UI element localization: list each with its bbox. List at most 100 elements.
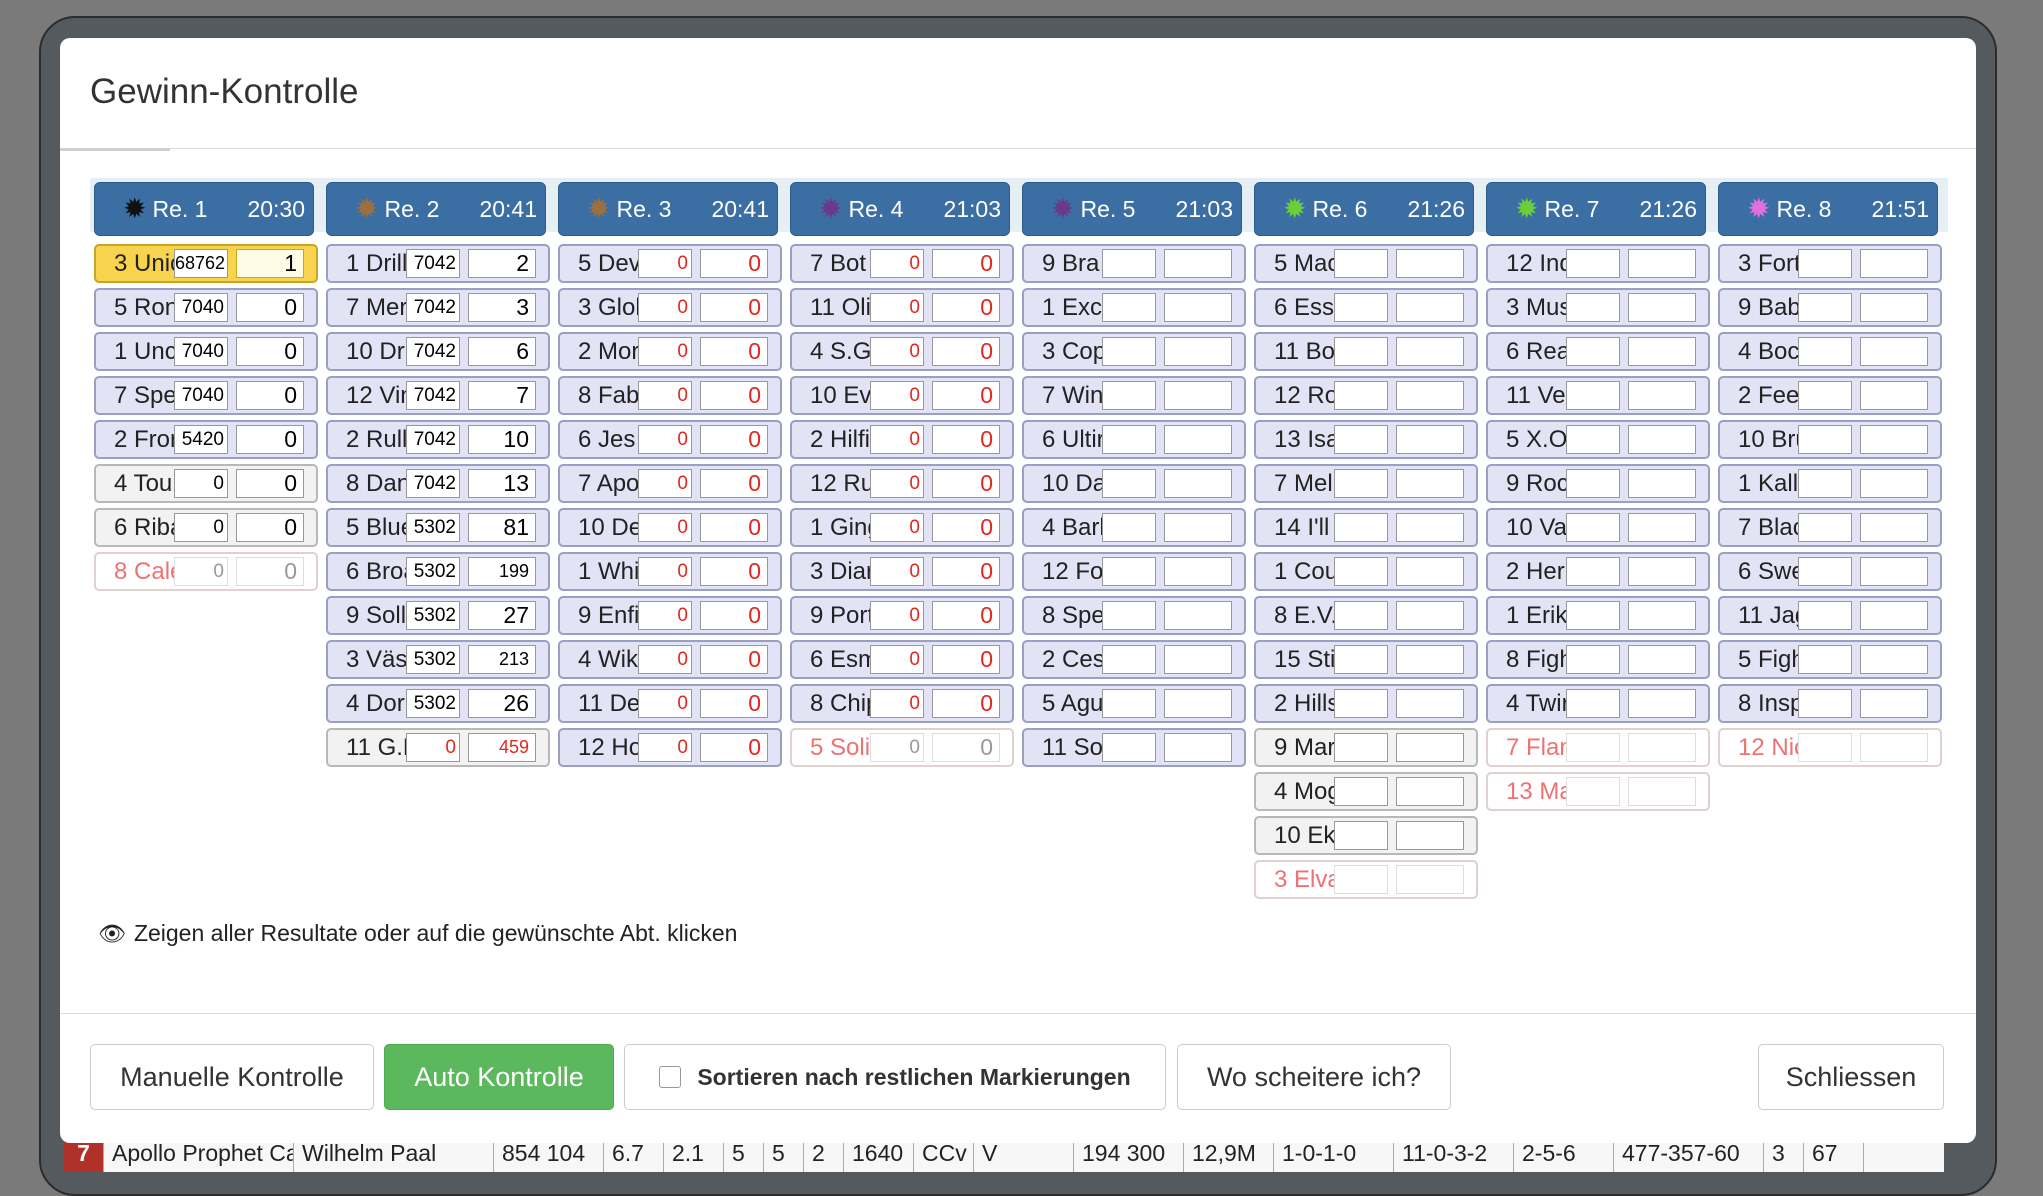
race-header-7[interactable]: ✹ Re. 7 21:26 <box>1486 182 1706 236</box>
horse-entry[interactable]: 7 Blac <box>1718 508 1942 547</box>
bet-value-field[interactable] <box>1334 645 1388 674</box>
rank-value-field[interactable] <box>1164 513 1232 542</box>
bet-value-field[interactable]: 5420 <box>174 425 228 454</box>
rank-value-field[interactable] <box>1396 513 1464 542</box>
bet-value-field[interactable] <box>1798 601 1852 630</box>
bet-value-field[interactable]: 0 <box>174 557 228 586</box>
rank-value-field[interactable]: 0 <box>236 381 304 410</box>
rank-value-field[interactable] <box>1628 513 1696 542</box>
rank-value-field[interactable]: 0 <box>236 293 304 322</box>
bet-value-field[interactable] <box>1334 425 1388 454</box>
bet-value-field[interactable]: 68762 <box>174 249 228 278</box>
horse-entry[interactable]: 1 Erik <box>1486 596 1710 635</box>
rank-value-field[interactable] <box>1628 777 1696 806</box>
horse-entry[interactable]: 6 Ess <box>1254 288 1478 327</box>
rank-value-field[interactable]: 0 <box>700 249 768 278</box>
rank-value-field[interactable]: 0 <box>236 425 304 454</box>
race-header-1[interactable]: ✹ Re. 1 20:30 <box>94 182 314 236</box>
horse-entry[interactable]: 14 I'll F <box>1254 508 1478 547</box>
horse-entry[interactable]: 10 Vas <box>1486 508 1710 547</box>
horse-entry[interactable]: 8 Chip00 <box>790 684 1014 723</box>
race-header-8[interactable]: ✹ Re. 8 21:51 <box>1718 182 1938 236</box>
bet-value-field[interactable] <box>1798 645 1852 674</box>
horse-entry[interactable]: 8 Cale00 <box>94 552 318 591</box>
rank-value-field[interactable] <box>1396 425 1464 454</box>
bet-value-field[interactable] <box>1102 425 1156 454</box>
horse-entry[interactable]: 6 Swe <box>1718 552 1942 591</box>
rank-value-field[interactable]: 0 <box>932 337 1000 366</box>
rank-value-field[interactable] <box>1396 249 1464 278</box>
horse-entry[interactable]: 11 Dev00 <box>558 684 782 723</box>
rank-value-field[interactable] <box>1396 337 1464 366</box>
horse-entry[interactable]: 12 Indi <box>1486 244 1710 283</box>
rank-value-field[interactable]: 1 <box>236 249 304 278</box>
bet-value-field[interactable] <box>1102 469 1156 498</box>
rank-value-field[interactable] <box>1860 381 1928 410</box>
horse-entry[interactable]: 11 Olig00 <box>790 288 1014 327</box>
rank-value-field[interactable]: 0 <box>700 733 768 762</box>
rank-value-field[interactable] <box>1860 337 1928 366</box>
horse-entry[interactable]: 6 Riba00 <box>94 508 318 547</box>
horse-entry[interactable]: 5 Ron 7040 0 <box>94 288 318 327</box>
horse-entry[interactable]: 1 Unc 7040 0 <box>94 332 318 371</box>
horse-entry[interactable]: 7 Bot 0 0 <box>790 244 1014 283</box>
horse-entry[interactable]: 8 Figh <box>1486 640 1710 679</box>
rank-value-field[interactable] <box>1396 293 1464 322</box>
bet-value-field[interactable] <box>1566 513 1620 542</box>
rank-value-field[interactable] <box>1860 249 1928 278</box>
bet-value-field[interactable] <box>1102 601 1156 630</box>
bet-value-field[interactable] <box>1566 557 1620 586</box>
rank-value-field[interactable]: 0 <box>700 381 768 410</box>
horse-entry[interactable]: 10 Brui <box>1718 420 1942 459</box>
bet-value-field[interactable]: 7042 <box>406 293 460 322</box>
race-header-5[interactable]: ✹ Re. 5 21:03 <box>1022 182 1242 236</box>
bet-value-field[interactable] <box>1798 557 1852 586</box>
rank-value-field[interactable]: 0 <box>700 513 768 542</box>
horse-entry[interactable]: 13 Isab <box>1254 420 1478 459</box>
hint-row[interactable]: 👁 Zeigen aller Resultate oder auf die ge… <box>98 920 737 947</box>
horse-entry[interactable]: 6 Esm 0 0 <box>790 640 1014 679</box>
horse-entry[interactable]: 11 Vers <box>1486 376 1710 415</box>
horse-entry[interactable]: 2 Mor 0 0 <box>558 332 782 371</box>
rank-value-field[interactable] <box>1396 381 1464 410</box>
bet-value-field[interactable] <box>1102 733 1156 762</box>
rank-value-field[interactable] <box>1628 469 1696 498</box>
rank-value-field[interactable] <box>1396 865 1464 894</box>
rank-value-field[interactable]: 10 <box>468 425 536 454</box>
bet-value-field[interactable]: 7042 <box>406 425 460 454</box>
bet-value-field[interactable]: 0 <box>870 249 924 278</box>
bet-value-field[interactable] <box>1334 249 1388 278</box>
bet-value-field[interactable] <box>1798 293 1852 322</box>
rank-value-field[interactable] <box>1860 733 1928 762</box>
rank-value-field[interactable]: 0 <box>932 689 1000 718</box>
horse-entry[interactable]: 8 Insp <box>1718 684 1942 723</box>
rank-value-field[interactable]: 0 <box>932 513 1000 542</box>
horse-entry[interactable]: 5 Agu <box>1022 684 1246 723</box>
horse-entry[interactable]: 5 Figh <box>1718 640 1942 679</box>
bet-value-field[interactable]: 5302 <box>406 645 460 674</box>
bet-value-field[interactable] <box>1798 733 1852 762</box>
rank-value-field[interactable] <box>1628 689 1696 718</box>
bet-value-field[interactable] <box>1334 821 1388 850</box>
horse-entry[interactable]: 11 Bou <box>1254 332 1478 371</box>
horse-entry[interactable]: 2 Fee <box>1718 376 1942 415</box>
bet-value-field[interactable] <box>1102 337 1156 366</box>
rank-value-field[interactable]: 26 <box>468 689 536 718</box>
rank-value-field[interactable] <box>1860 293 1928 322</box>
rank-value-field[interactable]: 0 <box>700 425 768 454</box>
rank-value-field[interactable] <box>1628 293 1696 322</box>
rank-value-field[interactable] <box>1164 557 1232 586</box>
horse-entry[interactable]: 9 Mar <box>1254 728 1478 767</box>
bet-value-field[interactable]: 0 <box>870 645 924 674</box>
rank-value-field[interactable]: 27 <box>468 601 536 630</box>
bet-value-field[interactable]: 0 <box>174 469 228 498</box>
rank-value-field[interactable] <box>1628 249 1696 278</box>
bet-value-field[interactable] <box>1334 469 1388 498</box>
horse-entry[interactable]: 2 Rull 7042 10 <box>326 420 550 459</box>
rank-value-field[interactable] <box>1628 425 1696 454</box>
rank-value-field[interactable] <box>1396 469 1464 498</box>
horse-entry[interactable]: 7 Apo 0 0 <box>558 464 782 503</box>
bet-value-field[interactable]: 7042 <box>406 337 460 366</box>
rank-value-field[interactable]: 213 <box>468 645 536 674</box>
bet-value-field[interactable]: 7040 <box>174 337 228 366</box>
